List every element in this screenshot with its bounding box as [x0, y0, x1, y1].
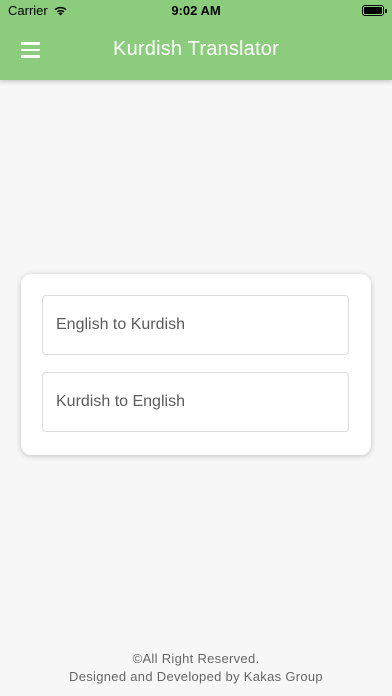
translation-options-card: English to Kurdish Kurdish to English	[21, 274, 371, 455]
option-label: English to Kurdish	[56, 316, 185, 333]
footer: ©All Right Reserved. Designed and Develo…	[0, 650, 392, 686]
header: Carrier 9:02 AM Kurdish Translator	[0, 0, 392, 80]
status-time: 9:02 AM	[171, 3, 221, 18]
developer-credit: Designed and Developed by Kakas Group	[69, 669, 323, 684]
kurdish-to-english-option[interactable]: Kurdish to English	[42, 372, 349, 432]
english-to-kurdish-option[interactable]: English to Kurdish	[42, 295, 349, 355]
option-label: Kurdish to English	[56, 393, 185, 410]
app-bar: Kurdish Translator	[0, 22, 392, 78]
copyright-text: ©All Right Reserved.	[132, 651, 260, 666]
status-bar: Carrier 9:02 AM	[0, 0, 392, 22]
battery-icon	[362, 5, 387, 16]
screen: Carrier 9:02 AM Kurdish Translator Engli…	[0, 0, 392, 696]
app-title: Kurdish Translator	[113, 38, 279, 60]
